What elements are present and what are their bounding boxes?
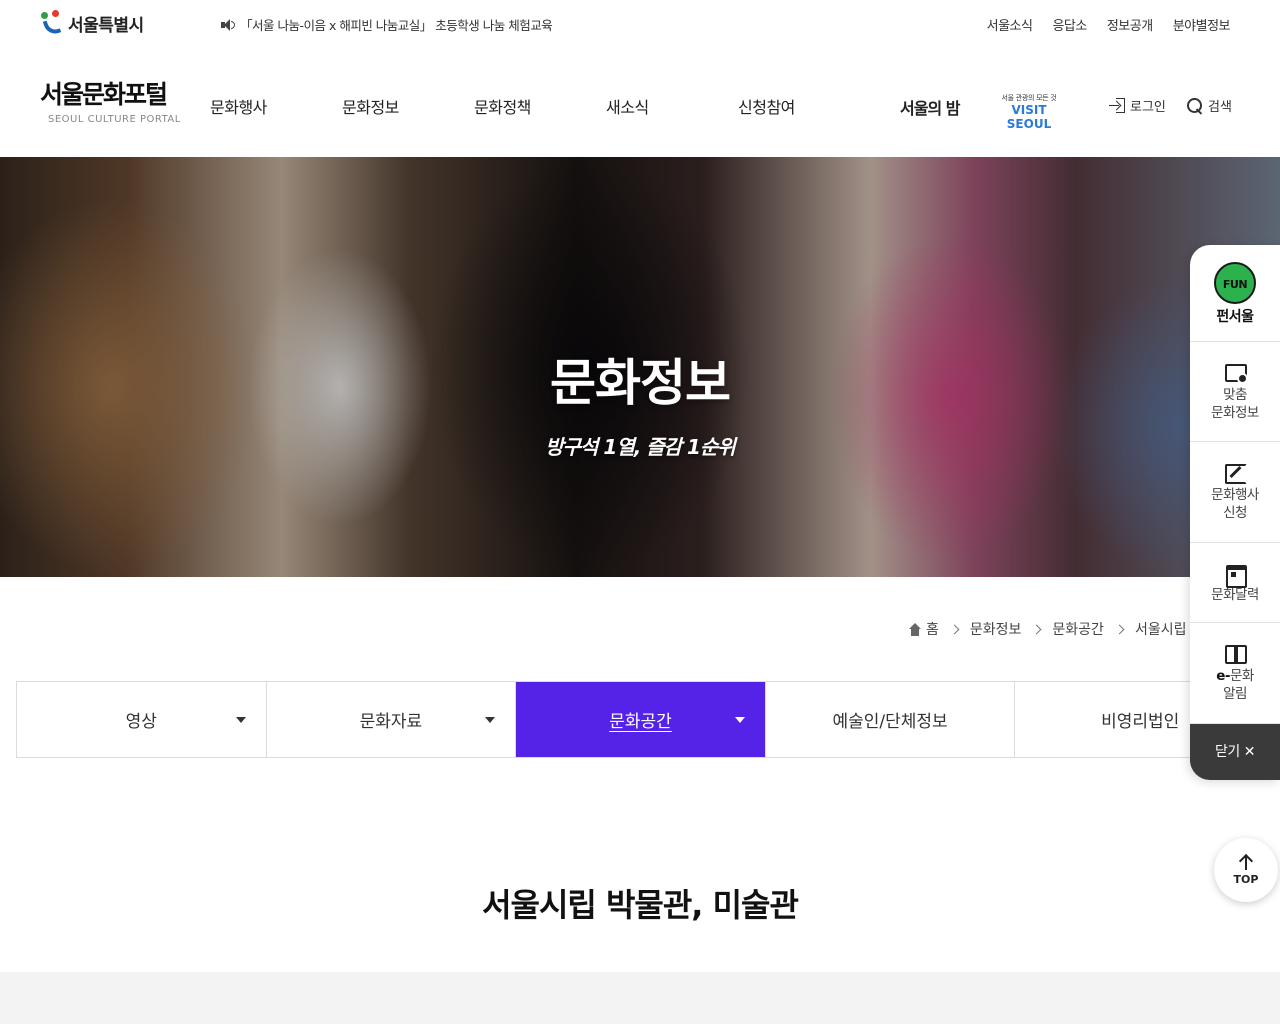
tab-label: 예술인/단체정보 — [832, 712, 948, 732]
nav-item-events[interactable]: 문화행사 — [210, 94, 267, 118]
portal-logo[interactable]: 서울문화포털 SEOUL CULTURE PORTAL — [40, 80, 190, 125]
calendar-icon — [1224, 562, 1247, 588]
fun-seoul-icon — [1214, 262, 1256, 304]
quick-calendar[interactable]: 문화달력 — [1190, 543, 1280, 623]
login-button[interactable]: 로그인 — [1108, 96, 1166, 115]
login-icon — [1108, 97, 1126, 115]
quick-close-button[interactable]: 닫기 ✕ — [1190, 724, 1280, 780]
fun-seoul-label: 펀서울 — [1216, 309, 1254, 325]
chevron-right-icon — [949, 624, 960, 634]
nav-item-news[interactable]: 새소식 — [606, 94, 649, 118]
edit-icon — [1224, 462, 1247, 484]
search-icon — [1186, 97, 1204, 115]
tab-culture-space[interactable]: 문화공간 — [516, 682, 766, 757]
portal-logo-en: SEOUL CULTURE PORTAL — [48, 114, 181, 125]
caret-down-icon — [235, 717, 246, 723]
util-link-news[interactable]: 서울소식 — [987, 15, 1033, 34]
close-icon: ✕ — [1243, 744, 1256, 760]
notice-ticker[interactable]: 「서울 나눔-이음 x 해피빈 나눔교실」 초등학생 나눔 체험교육 — [220, 15, 553, 34]
quick-label: 문화정보 — [1211, 404, 1259, 421]
quick-menu: 펀서울 맞춤 문화정보 문화행사 신청 문화달력 e-문화 알림 닫기 ✕ — [1190, 245, 1280, 780]
search-label: 검색 — [1208, 100, 1232, 115]
seoul-logo-icon — [40, 10, 64, 37]
breadcrumb-home[interactable]: 홈 — [926, 619, 939, 639]
quick-event-apply[interactable]: 문화행사 신청 — [1190, 442, 1280, 543]
nav-item-policy[interactable]: 문화정책 — [474, 94, 531, 118]
util-link-disclosure[interactable]: 정보공개 — [1107, 15, 1153, 34]
utility-links: 서울소식 응답소 정보공개 분야별정보 — [987, 15, 1231, 34]
nav-item-apply[interactable]: 신청참여 — [738, 94, 795, 118]
arrow-up-icon — [1239, 854, 1253, 870]
search-button[interactable]: 검색 — [1186, 96, 1232, 115]
tab-label: 영상 — [125, 712, 157, 732]
quick-label: 신청 — [1223, 505, 1247, 521]
hero-subtitle: 방구석 1열, 즐감 1순위 — [545, 435, 736, 459]
chevron-right-icon — [1031, 624, 1042, 634]
close-label: 닫기 — [1215, 744, 1240, 760]
book-icon — [1224, 643, 1247, 664]
visit-seoul-sub: 서울 관광의 모든 것 — [1001, 94, 1057, 102]
portal-logo-kr: 서울문화포털 — [40, 80, 168, 109]
visit-seoul-link[interactable]: 서울 관광의 모든 것 VISIT SEOUL — [988, 93, 1070, 131]
caret-down-icon — [734, 717, 745, 723]
breadcrumb-space[interactable]: 문화공간 — [1052, 619, 1104, 639]
quick-label: e-문화 — [1216, 667, 1254, 685]
monitor-settings-icon — [1224, 362, 1248, 384]
util-link-response[interactable]: 응답소 — [1052, 15, 1087, 34]
tab-artist-info[interactable]: 예술인/단체정보 — [766, 682, 1016, 757]
util-link-field-info[interactable]: 분야별정보 — [1173, 15, 1231, 34]
tab-label: 비영리법인 — [1101, 712, 1180, 732]
category-tabs: 영상 문화자료 문화공간 예술인/단체정보 비영리법인 — [16, 681, 1266, 758]
quick-label-part: 문화 — [1229, 668, 1254, 684]
main-header: 서울문화포털 SEOUL CULTURE PORTAL 문화행사 문화정보 문화… — [0, 48, 1280, 157]
tab-label: 문화공간 — [609, 712, 672, 732]
nav-item-info[interactable]: 문화정보 — [342, 94, 399, 118]
content-band — [0, 972, 1280, 1024]
quick-custom-info[interactable]: 맞춤 문화정보 — [1190, 342, 1280, 442]
quick-label: 문화행사 — [1211, 487, 1259, 503]
seoul-city-logo[interactable]: 서울특별시 — [40, 10, 144, 37]
visit-seoul-main: VISIT SEOUL — [1006, 103, 1052, 131]
home-icon — [908, 622, 922, 636]
breadcrumb-info[interactable]: 문화정보 — [970, 619, 1022, 639]
top-utility-bar: 서울특별시 「서울 나눔-이음 x 해피빈 나눔교실」 초등학생 나눔 체험교육… — [0, 0, 1280, 48]
chevron-right-icon — [1114, 624, 1125, 634]
tab-video[interactable]: 영상 — [17, 682, 267, 757]
tab-label: 문화자료 — [359, 712, 423, 732]
scroll-top-button[interactable]: TOP — [1214, 838, 1278, 902]
notice-text: 「서울 나눔-이음 x 해피빈 나눔교실」 초등학생 나눔 체험교육 — [240, 18, 553, 33]
quick-fun-seoul[interactable]: 펀서울 — [1190, 245, 1280, 342]
hero-title: 문화정보 — [550, 354, 731, 412]
seoul-night-link[interactable]: 서울의 밤 — [900, 95, 960, 119]
seoul-logo-text: 서울특별시 — [68, 15, 144, 36]
quick-label: 알림 — [1223, 686, 1247, 702]
quick-e-alert[interactable]: e-문화 알림 — [1190, 623, 1280, 724]
caret-down-icon — [485, 717, 496, 723]
quick-label-e: e- — [1216, 668, 1230, 684]
login-label: 로그인 — [1130, 100, 1166, 115]
tab-culture-data[interactable]: 문화자료 — [267, 682, 517, 757]
top-label: TOP — [1233, 873, 1259, 886]
quick-label: 맞춤 — [1223, 386, 1247, 403]
hero-banner: 문화정보 방구석 1열, 즐감 1순위 — [0, 157, 1280, 577]
section-title: 서울시립 박물관, 미술관 — [482, 886, 799, 924]
quick-label: 문화달력 — [1211, 586, 1259, 603]
speaker-icon — [220, 18, 236, 32]
